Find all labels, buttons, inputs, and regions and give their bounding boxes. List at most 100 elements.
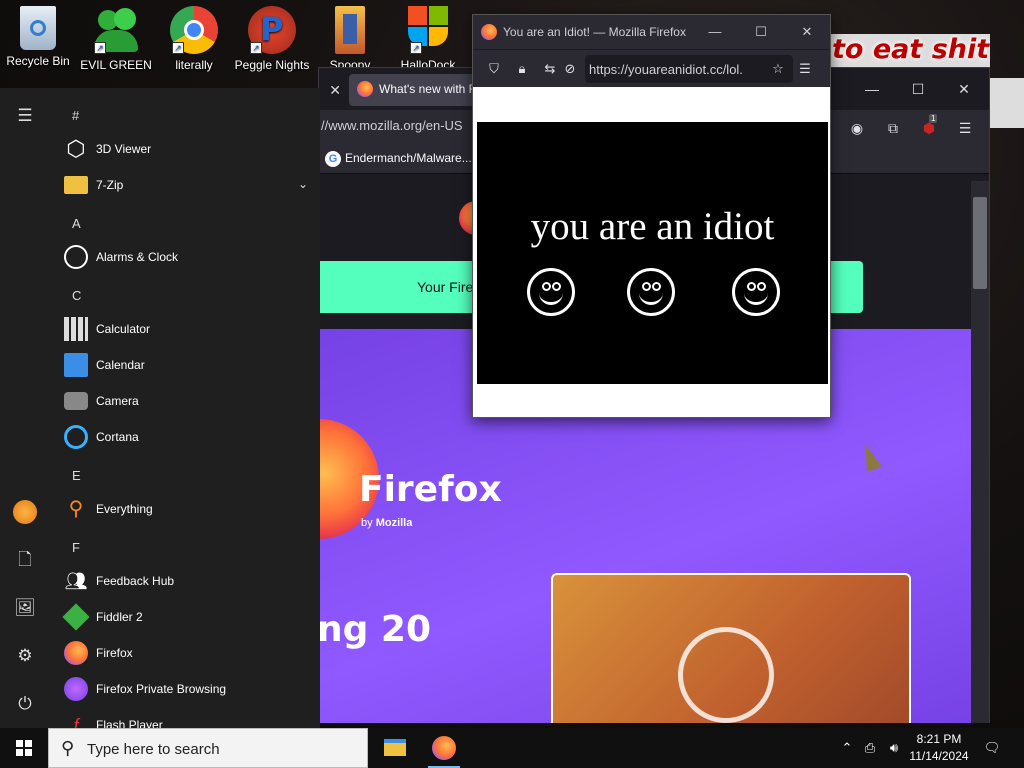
section-header[interactable]: C — [72, 288, 81, 303]
app-list: # ⬡ 3D Viewer 7-Zip ⌄ A Alarms & Clock C… — [50, 88, 320, 728]
app-item-alarms-clock[interactable]: Alarms & Clock — [62, 240, 308, 274]
scrollbar[interactable] — [971, 181, 989, 723]
bookmark-item[interactable]: G Endermanch/Malware... — [323, 151, 472, 167]
extensions-icon[interactable]: ⧉ — [883, 118, 903, 138]
search-input[interactable] — [87, 737, 357, 761]
app-label: Alarms & Clock — [96, 250, 179, 264]
desktop-icon-peggle-nights[interactable]: P ↗ Peggle Nights — [234, 4, 310, 72]
network-icon[interactable]: ⎙ — [860, 728, 880, 768]
fiddler-icon — [62, 603, 90, 631]
maximize-button[interactable]: ☐ — [738, 15, 784, 49]
calculator-icon — [64, 317, 88, 341]
recycle-bin-icon — [20, 6, 56, 50]
app-item-camera[interactable]: Camera — [62, 384, 308, 418]
desktop-icon-evil-green[interactable]: ↗ EVIL GREEN — [78, 4, 154, 72]
avatar[interactable] — [13, 500, 37, 524]
popup-url-field[interactable]: https://youareanidiot.cc/lol. ☆ — [585, 55, 793, 83]
pictures-icon[interactable]: 🖼︎ — [13, 596, 37, 620]
app-item-flash-player[interactable]: ƒ Flash Player — [62, 708, 308, 728]
app-item-firefox[interactable]: Firefox — [62, 636, 308, 670]
desktop-icon-literally[interactable]: ↗ literally — [156, 4, 232, 72]
volume-icon[interactable]: 🔊︎ — [884, 728, 904, 768]
desktop-icon-spoopy[interactable]: Spoopy — [312, 4, 388, 72]
hero-byline: by Mozilla — [361, 517, 412, 529]
popup-window[interactable]: You are an Idiot! — Mozilla Firefox — ☐ … — [472, 14, 831, 418]
section-header[interactable]: # — [72, 108, 79, 123]
documents-icon[interactable]: 🗋 — [13, 548, 37, 572]
app-item-everything[interactable]: ⚲ Everything — [62, 492, 308, 526]
app-item-7-zip[interactable]: 7-Zip ⌄ — [62, 168, 308, 202]
lock-icon[interactable]: 🔒︎ — [513, 60, 531, 78]
bookmark-label: Endermanch/Malware... — [345, 151, 472, 165]
shortcut-arrow-icon: ↗ — [94, 42, 106, 54]
close-button[interactable]: ✕ — [941, 68, 987, 110]
blocked-icon[interactable]: ⊘ — [561, 60, 579, 78]
desktop-icon-hallodock[interactable]: ↗ HalloDock — [390, 4, 466, 72]
popup-message: you are an idiot — [530, 205, 775, 248]
app-item-firefox-private[interactable]: Firefox Private Browsing — [62, 672, 308, 706]
account-icon[interactable]: ◉ — [847, 118, 867, 138]
maximize-button[interactable]: ☐ — [895, 68, 941, 110]
close-tab-icon[interactable]: ✕ — [329, 82, 341, 99]
popup-titlebar[interactable]: You are an Idiot! — Mozilla Firefox — ☐ … — [473, 15, 830, 49]
windows-shield-icon: ↗ — [408, 6, 448, 54]
desktop-icon-recycle-bin[interactable]: Recycle Bin — [0, 4, 76, 68]
app-label: Flash Player — [96, 718, 163, 728]
hero-wordmark: Firefox — [359, 469, 502, 510]
taskbar-firefox[interactable] — [420, 728, 468, 768]
flash-icon: ƒ — [70, 715, 81, 728]
clock[interactable]: 8:21 PM 11/14/2024 — [904, 731, 974, 765]
evil-green-icon: ↗ — [92, 6, 140, 54]
firefox-icon — [64, 641, 88, 665]
minimize-button[interactable]: — — [692, 15, 738, 49]
start-rail: ☰ 🗋 🖼︎ ⚙ ⏻ — [0, 88, 50, 728]
firefox-icon — [357, 81, 373, 97]
app-item-feedback-hub[interactable]: 👥︎ Feedback Hub — [62, 564, 308, 598]
app-label: Calendar — [96, 358, 145, 372]
shield-icon[interactable]: ⛉ — [485, 60, 503, 78]
hero-by: by — [361, 517, 373, 529]
section-header[interactable]: F — [72, 540, 80, 555]
chevron-down-icon[interactable]: ⌄ — [298, 177, 308, 191]
play-icon[interactable] — [678, 627, 774, 723]
popup-title: You are an Idiot! — Mozilla Firefox — [503, 25, 686, 39]
app-label: 7-Zip — [96, 178, 124, 192]
start-button[interactable] — [0, 728, 48, 768]
app-label: 3D Viewer — [96, 142, 152, 156]
clock-date: 11/14/2024 — [909, 749, 969, 763]
hero-by-brand: Mozilla — [375, 517, 413, 529]
calendar-icon — [64, 353, 88, 377]
close-button[interactable]: ✕ — [784, 15, 830, 49]
cortana-icon — [64, 425, 88, 449]
scrollbar-thumb[interactable] — [973, 197, 987, 289]
start-menu: ☰ 🗋 🖼︎ ⚙ ⏻ # ⬡ 3D Viewer 7-Zip ⌄ A Alarm… — [0, 88, 320, 728]
firefox-private-icon — [64, 677, 88, 701]
tab-new[interactable]: ✕ — [319, 74, 347, 106]
taskbar-search[interactable]: ⚲ — [48, 728, 368, 768]
app-item-cortana[interactable]: Cortana — [62, 420, 308, 454]
hamburger-icon[interactable]: ☰ — [13, 104, 37, 128]
notifications-icon[interactable]: 🗨︎ — [978, 728, 1006, 768]
section-header[interactable]: E — [72, 468, 81, 483]
app-item-fiddler-2[interactable]: Fiddler 2 — [62, 600, 308, 634]
shortcut-arrow-icon: ↗ — [172, 42, 184, 54]
app-label: Firefox — [96, 646, 133, 660]
camera-icon — [64, 392, 88, 410]
minimize-button[interactable]: — — [849, 68, 895, 110]
menu-icon[interactable]: ☰ — [955, 118, 975, 138]
app-item-calculator[interactable]: Calculator — [62, 312, 308, 346]
video-thumbnail[interactable] — [551, 573, 911, 723]
star-icon[interactable]: ☆ — [769, 60, 787, 78]
app-item-calendar[interactable]: Calendar — [62, 348, 308, 382]
power-icon[interactable]: ⏻ — [13, 692, 37, 716]
taskbar: ⚲ ⌃ ⎙ 🔊︎ 8:21 PM 11/14/2024 🗨︎ — [0, 728, 1024, 768]
permissions-icon[interactable]: ⇆ — [541, 60, 559, 78]
menu-icon[interactable]: ☰ — [796, 60, 814, 78]
url-text[interactable]: //www.mozilla.org/en-US — [321, 118, 463, 133]
section-header[interactable]: A — [72, 216, 81, 231]
chevron-up-icon[interactable]: ⌃ — [838, 728, 856, 768]
taskbar-file-explorer[interactable] — [372, 728, 420, 768]
app-label: Camera — [96, 394, 139, 408]
app-item-3d-viewer[interactable]: ⬡ 3D Viewer — [62, 132, 308, 166]
gear-icon[interactable]: ⚙ — [13, 644, 37, 668]
